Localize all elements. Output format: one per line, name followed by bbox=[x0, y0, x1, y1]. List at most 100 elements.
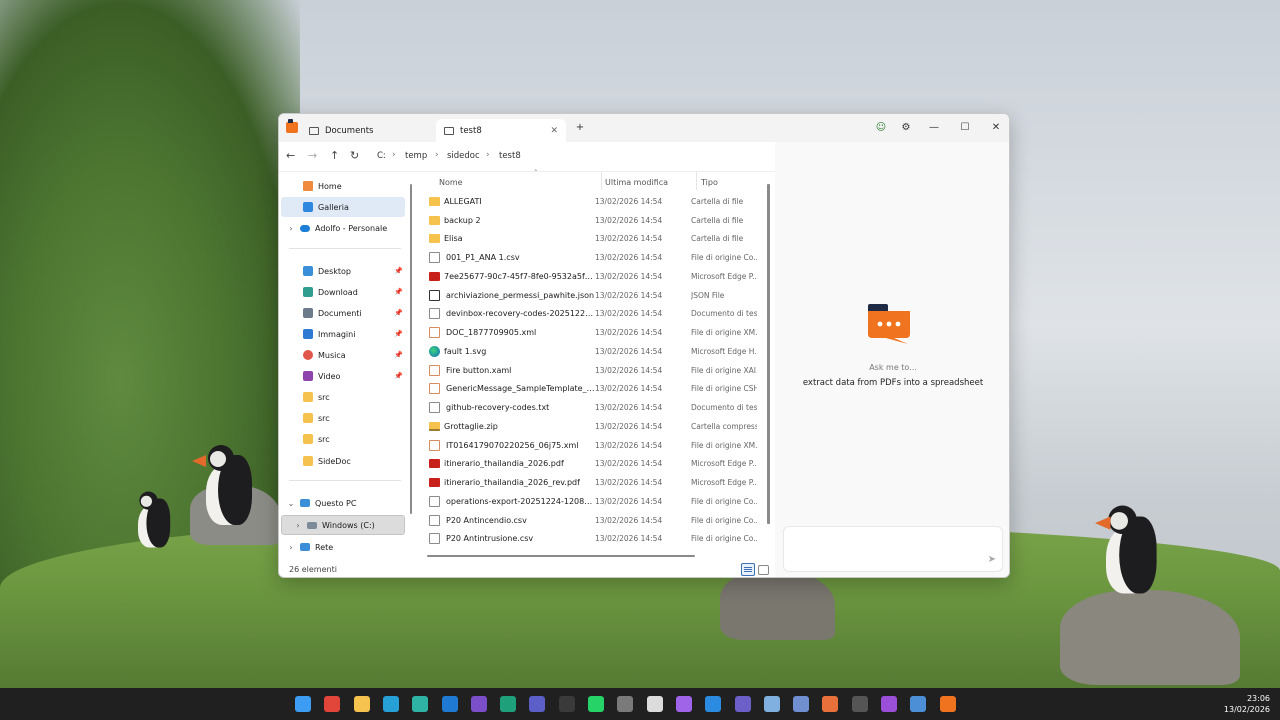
file-row[interactable]: itinerario_thailandia_2026_rev.pdf 13/02/… bbox=[429, 473, 765, 492]
chevron-down-icon[interactable]: ⌄ bbox=[287, 499, 295, 508]
file-row[interactable]: github-recovery-codes.txt 13/02/2026 14:5… bbox=[429, 398, 765, 417]
visual-studio-2-icon[interactable] bbox=[675, 696, 692, 712]
sidebar-item-this-pc[interactable]: ⌄ Questo PC bbox=[281, 493, 405, 513]
column-header-name[interactable]: Nome ˄ bbox=[439, 169, 599, 190]
breadcrumb-drive[interactable]: C: bbox=[377, 151, 386, 161]
sidebar-item-rete[interactable]: › Rete bbox=[281, 537, 405, 557]
tiles-view-button[interactable] bbox=[758, 565, 769, 575]
file-row[interactable]: GenericMessage_SampleTemplate_it.csht...… bbox=[429, 380, 765, 399]
whatsapp-icon[interactable] bbox=[588, 696, 604, 712]
edge-dev-icon[interactable] bbox=[500, 696, 517, 712]
settings-gear-icon[interactable]: ⚙ bbox=[898, 120, 914, 136]
sidebar-item-home[interactable]: Home bbox=[281, 176, 405, 196]
pin-icon[interactable]: 📌 bbox=[394, 288, 403, 296]
visual-studio-icon[interactable] bbox=[470, 696, 487, 712]
file-row[interactable]: Grottaglie.zip 13/02/2026 14:54 Cartella c… bbox=[429, 417, 765, 436]
file-row[interactable]: DOC_1877709905.xml 13/02/2026 14:54 File d… bbox=[429, 323, 765, 342]
minimize-button[interactable]: — bbox=[926, 120, 942, 136]
close-tab-icon[interactable]: ✕ bbox=[550, 126, 558, 136]
breadcrumb-temp[interactable]: temp bbox=[405, 151, 427, 161]
sidebar-item-src[interactable]: src bbox=[281, 429, 405, 449]
windows-start-icon[interactable] bbox=[295, 696, 311, 712]
account-icon[interactable]: ☺ bbox=[873, 120, 889, 136]
tab-documents[interactable]: Documents bbox=[301, 119, 433, 142]
column-divider[interactable] bbox=[696, 172, 697, 190]
sidebar-item-src[interactable]: src bbox=[281, 387, 405, 407]
remote-icon[interactable] bbox=[910, 696, 927, 712]
snipping-tool-icon[interactable] bbox=[617, 696, 634, 712]
sidebar-item-musica[interactable]: Musica 📌 bbox=[281, 345, 405, 365]
sidebar-item-download[interactable]: Download 📌 bbox=[281, 282, 405, 302]
star-app-icon[interactable] bbox=[822, 696, 839, 712]
pin-icon[interactable]: 📌 bbox=[394, 267, 403, 275]
app-icon[interactable] bbox=[734, 696, 751, 712]
unity-icon[interactable] bbox=[646, 696, 663, 712]
breadcrumb-sidedoc[interactable]: sidedoc bbox=[447, 151, 480, 161]
tab-test8[interactable]: test8 ✕ bbox=[436, 119, 566, 142]
pin-icon[interactable]: 📌 bbox=[394, 351, 403, 359]
file-row[interactable]: archiviazione_permessi_pawhite.json 13/02… bbox=[429, 286, 765, 305]
column-header-modified[interactable]: Ultima modifica bbox=[605, 174, 695, 190]
vscode-icon[interactable] bbox=[705, 696, 722, 712]
file-row[interactable]: 001_P1_ANA 1.csv 13/02/2026 14:54 File di … bbox=[429, 248, 765, 267]
details-view-button[interactable] bbox=[741, 563, 755, 576]
file-list-vertical-scrollbar[interactable] bbox=[767, 184, 770, 524]
chevron-right-icon[interactable]: › bbox=[287, 543, 295, 552]
file-row[interactable]: Elisa 13/02/2026 14:54 Cartella di file bbox=[429, 230, 765, 249]
prompt-suggestion[interactable]: extract data from PDFs into a spreadshee… bbox=[775, 378, 1009, 388]
send-icon[interactable]: ➤ bbox=[988, 554, 996, 565]
outlook-icon[interactable] bbox=[441, 696, 458, 712]
file-row[interactable]: 7ee25677-90c7-45f7-8fe0-9532a5f83b65.p..… bbox=[429, 267, 765, 286]
system-clock[interactable]: 23:06 13/02/2026 bbox=[1224, 693, 1270, 715]
file-row[interactable]: P20 Antintrusione.csv 13/02/2026 14:54 Fil… bbox=[429, 530, 765, 549]
chat-input[interactable]: ➤ bbox=[783, 526, 1003, 572]
forward-arrow-icon[interactable]: → bbox=[308, 150, 317, 162]
chevron-right-icon[interactable]: › bbox=[294, 521, 302, 530]
terminal-icon[interactable] bbox=[558, 696, 575, 712]
teams-icon[interactable] bbox=[529, 696, 546, 712]
chevron-right-icon[interactable]: › bbox=[287, 224, 295, 233]
new-tab-button[interactable]: + bbox=[572, 120, 588, 136]
sidebar-item-onedrive[interactable]: › Adolfo - Personale bbox=[281, 218, 405, 238]
sidebar-scrollbar[interactable] bbox=[410, 184, 412, 514]
sidebar-item-windows-c[interactable]: › Windows (C:) bbox=[281, 515, 405, 535]
pin-icon[interactable]: 📌 bbox=[394, 330, 403, 338]
file-row[interactable]: ALLEGATI 13/02/2026 14:54 Cartella di file bbox=[429, 192, 765, 211]
obs-icon[interactable] bbox=[851, 696, 868, 712]
column-header-type[interactable]: Tipo bbox=[701, 174, 771, 190]
edge-icon[interactable] bbox=[382, 696, 399, 712]
file-explorer-icon[interactable] bbox=[353, 696, 370, 712]
pin-icon[interactable]: 📌 bbox=[394, 309, 403, 317]
sidedoc-icon[interactable] bbox=[939, 696, 956, 712]
maximize-button[interactable]: ☐ bbox=[957, 120, 973, 136]
file-row[interactable]: devinbox-recovery-codes-20251222-1456...… bbox=[429, 305, 765, 324]
refresh-icon[interactable]: ↻ bbox=[350, 150, 359, 162]
file-row[interactable]: operations-export-20251224-120859.csv 13/… bbox=[429, 492, 765, 511]
file-row[interactable]: P20 Antincendio.csv 13/02/2026 14:54 File … bbox=[429, 511, 765, 530]
sidebar-item-documenti[interactable]: Documenti 📌 bbox=[281, 303, 405, 323]
sidebar-item-video[interactable]: Video 📌 bbox=[281, 366, 405, 386]
title-bar[interactable]: Documents test8 ✕ + ☺ ⚙ — ☐ ✕ bbox=[279, 114, 1009, 142]
file-row[interactable]: itinerario_thailandia_2026.pdf 13/02/2026… bbox=[429, 455, 765, 474]
file-row[interactable]: IT0164179070220256_06j75.xml 13/02/2026 1… bbox=[429, 436, 765, 455]
sidebar-item-immagini[interactable]: Immagini 📌 bbox=[281, 324, 405, 344]
file-row[interactable]: fault 1.svg 13/02/2026 14:54 Microsoft Edg… bbox=[429, 342, 765, 361]
sidebar-item-src[interactable]: src bbox=[281, 408, 405, 428]
file-row[interactable]: Fire button.xaml 13/02/2026 14:54 File di … bbox=[429, 361, 765, 380]
notepad-icon[interactable] bbox=[763, 696, 780, 712]
file-row[interactable]: backup 2 13/02/2026 14:54 Cartella di file bbox=[429, 211, 765, 230]
clapper-icon[interactable] bbox=[881, 696, 897, 712]
chrome-icon[interactable] bbox=[324, 696, 341, 712]
sidebar-item-galleria[interactable]: Galleria bbox=[281, 197, 405, 217]
up-arrow-icon[interactable]: ↑ bbox=[330, 150, 339, 162]
sidebar-item-desktop[interactable]: Desktop 📌 bbox=[281, 261, 405, 281]
back-arrow-icon[interactable]: ← bbox=[286, 150, 295, 162]
git-icon[interactable] bbox=[793, 696, 810, 712]
column-divider[interactable] bbox=[601, 172, 602, 190]
edge-beta-icon[interactable] bbox=[412, 696, 429, 712]
sidebar-item-sidedoc[interactable]: SideDoc bbox=[281, 451, 405, 471]
breadcrumb-test8[interactable]: test8 bbox=[499, 151, 521, 161]
close-window-button[interactable]: ✕ bbox=[988, 120, 1004, 136]
pin-icon[interactable]: 📌 bbox=[394, 372, 403, 380]
file-list-horizontal-scrollbar[interactable] bbox=[427, 555, 695, 557]
